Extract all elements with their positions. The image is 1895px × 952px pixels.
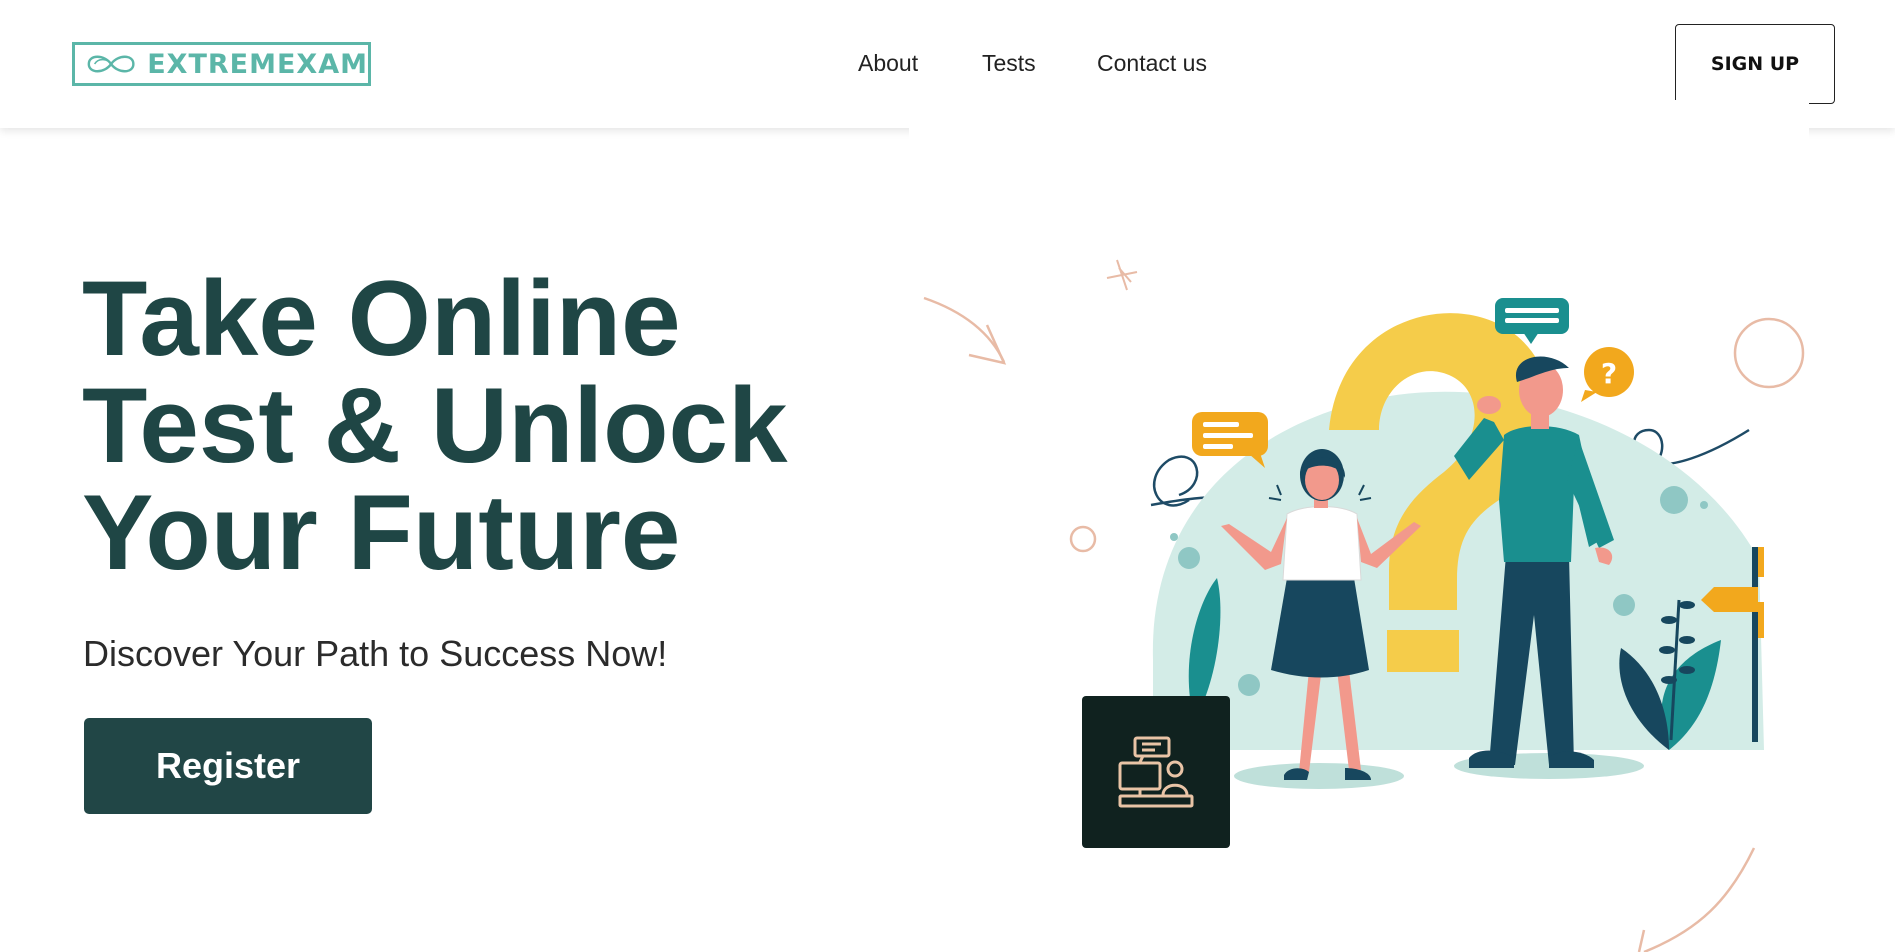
nav-about-link[interactable]: About <box>858 50 918 77</box>
svg-text:?: ? <box>1601 357 1617 390</box>
hero-title: Take Online Test & Unlock Your Future <box>82 265 788 586</box>
hero-subtitle: Discover Your Path to Success Now! <box>83 633 668 674</box>
chat-bubble-icon <box>1192 412 1268 468</box>
hero-illustration: ? <box>923 259 1805 952</box>
hero-title-line-3: Your Future <box>82 472 681 592</box>
brand-name: EXTREMEXAM <box>147 48 368 80</box>
register-button[interactable]: Register <box>84 718 372 814</box>
nav-contact-link[interactable]: Contact us <box>1097 50 1207 77</box>
nav-tests-link[interactable]: Tests <box>982 50 1036 77</box>
infinity-logo-icon <box>87 55 135 73</box>
sign-up-button[interactable]: SIGN UP <box>1675 24 1835 104</box>
hero-title-line-1: Take Online <box>82 258 681 378</box>
hero-title-line-2: Test & Unlock <box>82 365 788 485</box>
question-bubble-icon: ? <box>1581 347 1634 402</box>
brand-logo[interactable]: EXTREMEXAM <box>72 42 371 86</box>
